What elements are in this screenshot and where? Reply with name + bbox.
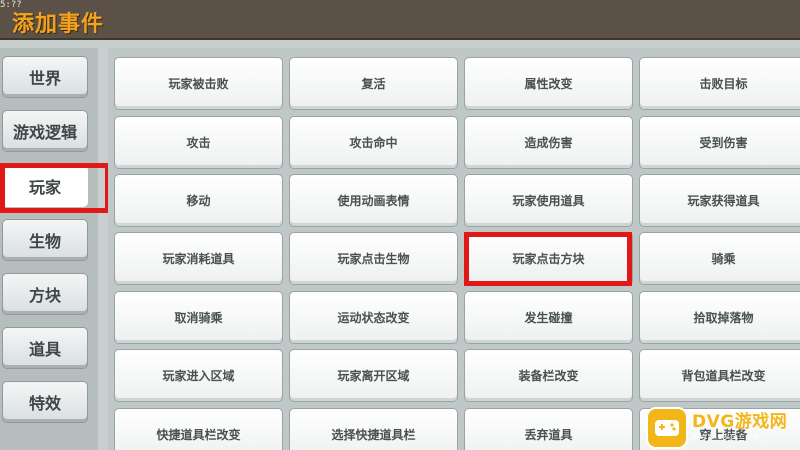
- event-button[interactable]: 玩家离开区域: [289, 349, 458, 402]
- event-button[interactable]: 取消骑乘: [114, 291, 283, 344]
- event-button[interactable]: 玩家使用道具: [464, 174, 633, 227]
- category-effect[interactable]: 特效: [2, 381, 88, 423]
- category-item[interactable]: 道具: [2, 327, 88, 369]
- event-button-player-click-block[interactable]: 玩家点击方块: [464, 232, 633, 285]
- event-button[interactable]: 使用动画表情: [289, 174, 458, 227]
- page-title: 添加事件: [12, 12, 105, 37]
- category-game-logic[interactable]: 游戏逻辑: [2, 110, 88, 152]
- event-button[interactable]: 复活: [289, 57, 458, 110]
- category-creature[interactable]: 生物: [2, 219, 88, 261]
- event-button[interactable]: 玩家获得道具: [639, 174, 800, 227]
- gamepad-icon: [648, 408, 686, 447]
- category-sidebar: 世界 游戏逻辑 玩家 生物 方块 道具 特效: [0, 48, 98, 450]
- event-button[interactable]: 丢弃道具: [464, 408, 633, 450]
- category-world[interactable]: 世界: [2, 56, 88, 98]
- event-button[interactable]: 攻击命中: [289, 116, 458, 169]
- event-button[interactable]: 玩家进入区域: [114, 349, 283, 402]
- event-button[interactable]: 属性改变: [464, 57, 633, 110]
- event-button[interactable]: 受到伤害: [639, 116, 800, 169]
- event-grid: 玩家被击败 复活 属性改变 击败目标 攻击 攻击命中 造成伤害 受到伤害 移动 …: [108, 48, 800, 450]
- event-button[interactable]: 运动状态改变: [289, 291, 458, 344]
- event-button[interactable]: 玩家点击生物: [289, 232, 458, 285]
- event-button[interactable]: 装备栏改变: [464, 349, 633, 402]
- category-player[interactable]: 玩家: [2, 165, 88, 207]
- event-button[interactable]: 玩家消耗道具: [114, 232, 283, 285]
- event-button[interactable]: 快捷道具栏改变: [114, 408, 283, 450]
- event-button[interactable]: 玩家被击败: [114, 57, 283, 110]
- event-button[interactable]: 骑乘: [639, 232, 800, 285]
- event-button[interactable]: 拾取掉落物: [639, 291, 800, 344]
- event-button[interactable]: 攻击: [114, 116, 283, 169]
- category-block[interactable]: 方块: [2, 273, 88, 315]
- event-button[interactable]: 背包道具栏改变: [639, 349, 800, 402]
- site-watermark: DVG游戏网 WWW.DVG.COM: [648, 405, 800, 450]
- title-bar: 5:?? 添加事件: [0, 0, 800, 40]
- event-button[interactable]: 造成伤害: [464, 116, 633, 169]
- watermark-subtext: WWW.DVG.COM: [692, 433, 760, 441]
- watermark-text: DVG游戏网: [692, 412, 788, 432]
- event-button[interactable]: 发生碰撞: [464, 291, 633, 344]
- event-button[interactable]: 击败目标: [639, 57, 800, 110]
- event-button[interactable]: 选择快捷道具栏: [289, 408, 458, 450]
- event-button[interactable]: 移动: [114, 174, 283, 227]
